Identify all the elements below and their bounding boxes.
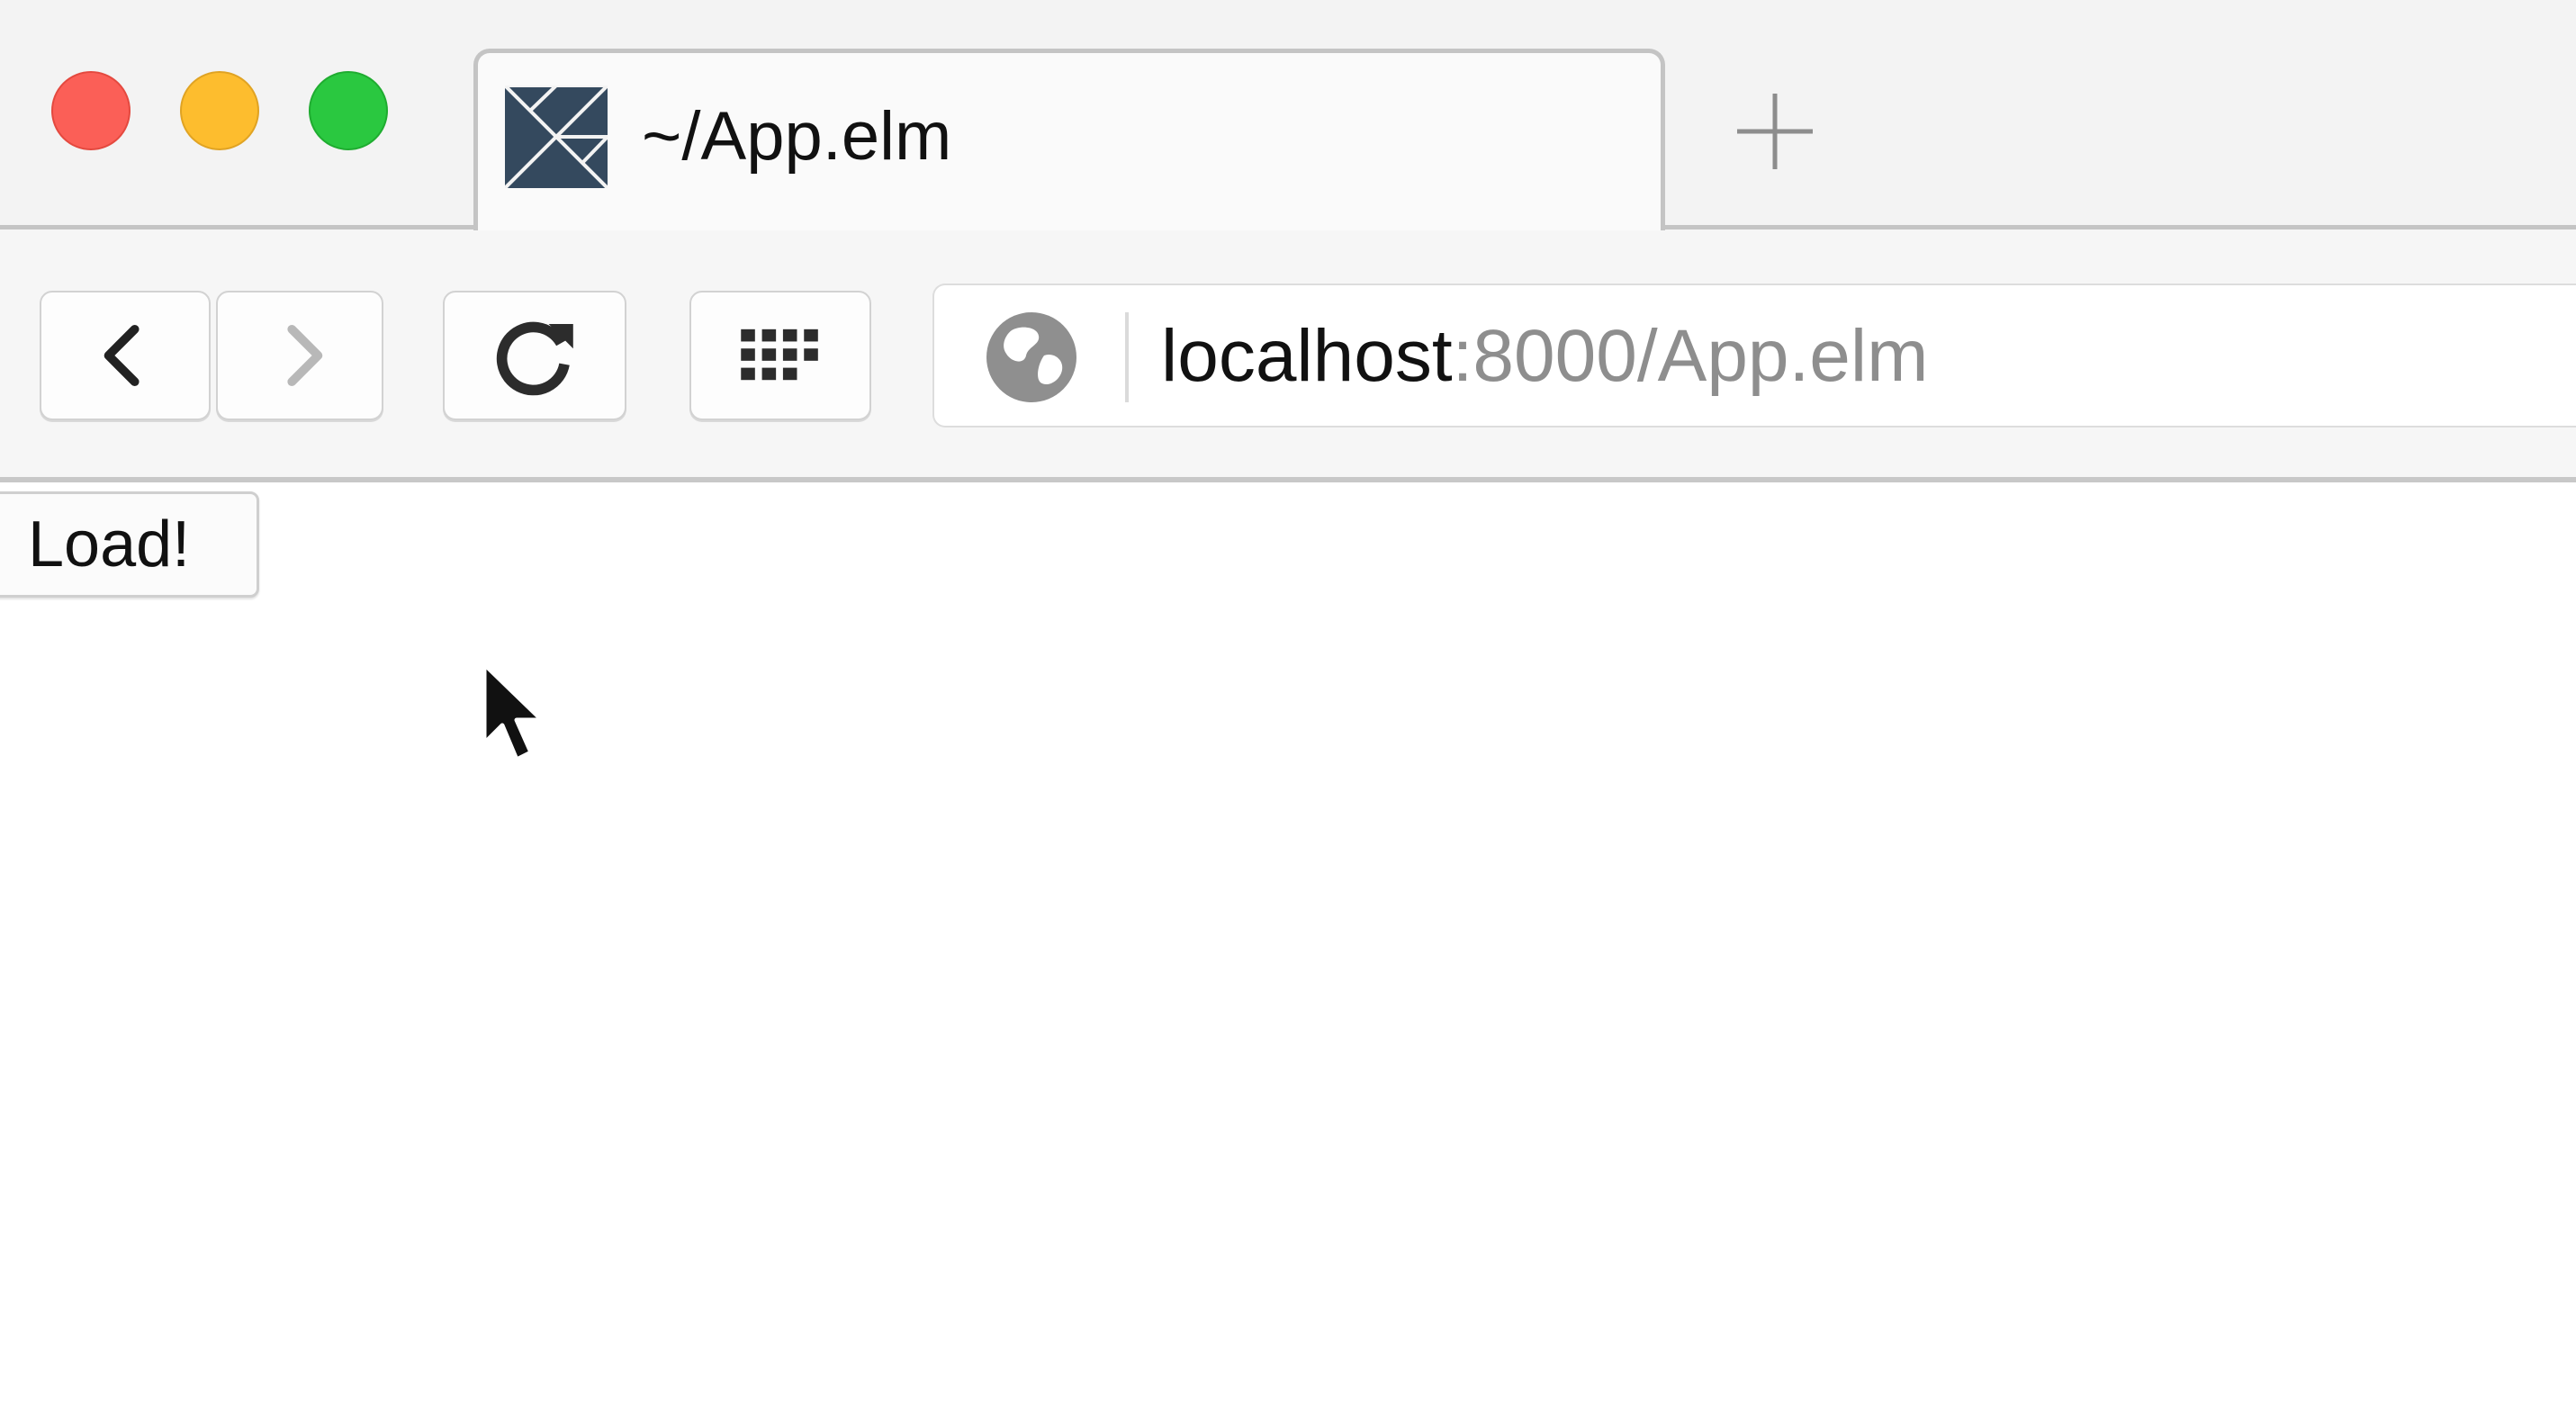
- elm-tangram-icon: [505, 86, 608, 188]
- plus-icon[interactable]: [1730, 86, 1820, 176]
- chevron-left-icon: [104, 324, 140, 387]
- minimize-window-button[interactable]: [180, 71, 259, 150]
- toolbar: localhost:8000/App.elm: [0, 230, 2576, 478]
- browser-window: ~/App.elm localhost:8000/App.elm Load!: [0, 0, 2576, 1404]
- tab-title: ~/App.elm: [642, 98, 952, 175]
- load-button[interactable]: Load!: [0, 491, 259, 598]
- tab-strip: ~/App.elm: [0, 0, 2576, 230]
- arrow-cursor-icon: [482, 662, 545, 762]
- url-text[interactable]: localhost:8000/App.elm: [1161, 320, 1928, 393]
- maximize-window-button[interactable]: [309, 71, 388, 150]
- url-host: localhost: [1161, 315, 1453, 397]
- back-button[interactable]: [40, 291, 211, 420]
- top-sites-button[interactable]: [689, 291, 871, 420]
- reload-icon: [496, 321, 573, 396]
- address-bar[interactable]: localhost:8000/App.elm: [932, 284, 2576, 428]
- grid-icon: [741, 328, 818, 381]
- reload-button[interactable]: [443, 291, 626, 420]
- address-separator: [1125, 312, 1129, 402]
- tab-app-elm[interactable]: ~/App.elm: [473, 49, 1665, 230]
- page-content: Load!: [0, 482, 2576, 1404]
- forward-button[interactable]: [216, 291, 383, 420]
- chevron-right-icon: [287, 324, 323, 387]
- url-path: :8000/App.elm: [1452, 315, 1929, 397]
- globe-icon[interactable]: [985, 310, 1078, 404]
- close-window-button[interactable]: [51, 71, 131, 150]
